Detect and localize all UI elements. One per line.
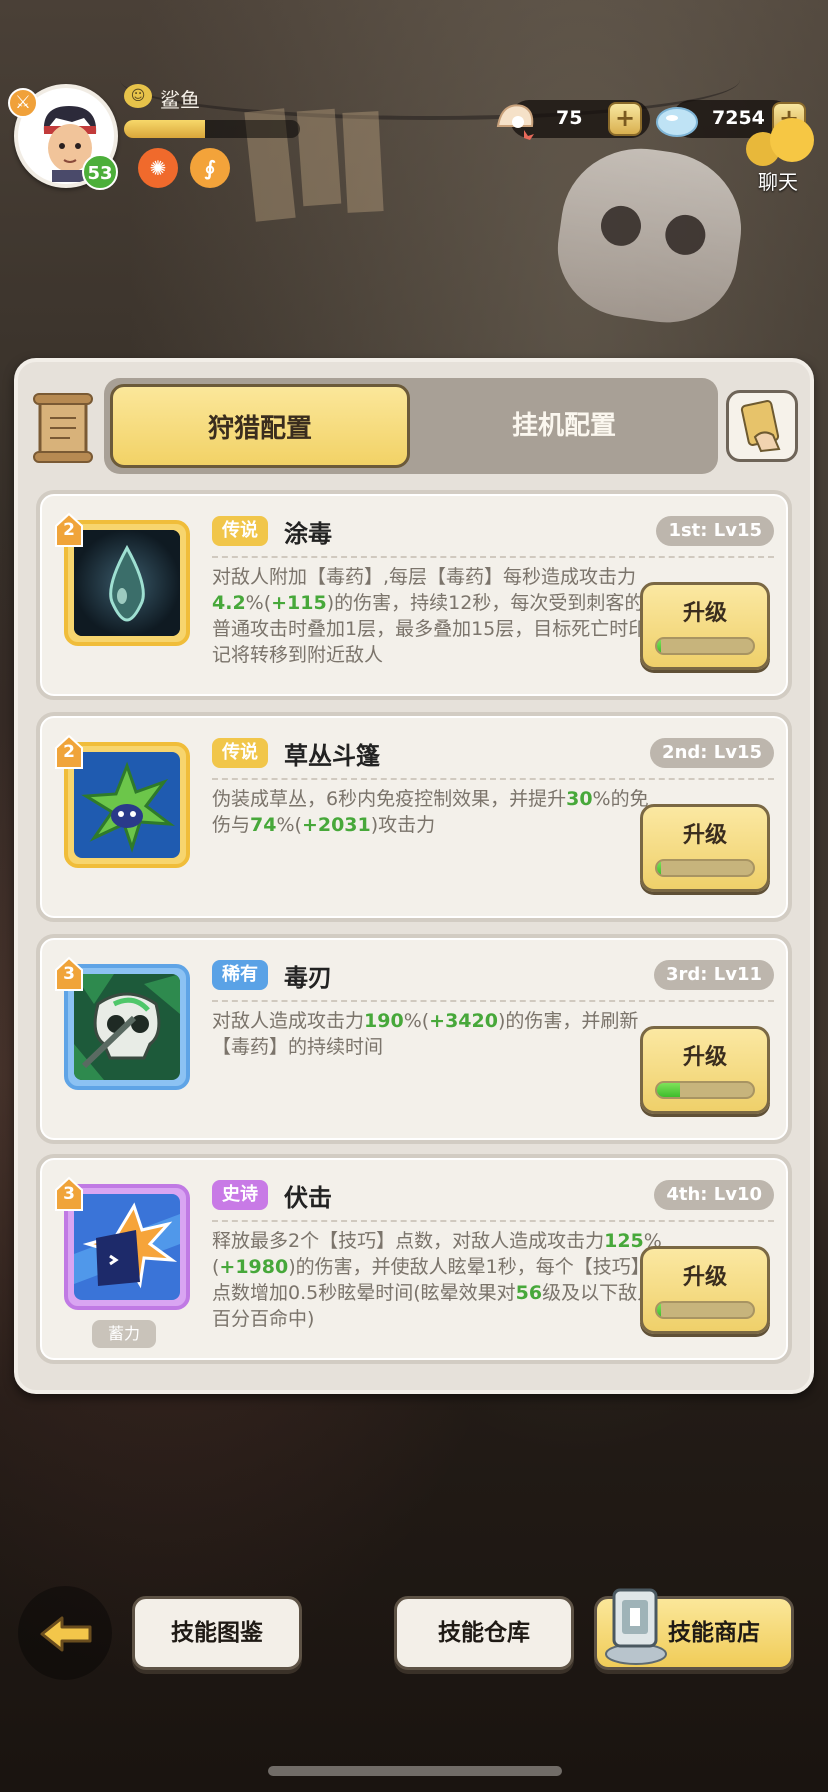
player-level-badge: 53 [82,154,118,190]
back-arrow-icon [40,1616,92,1652]
desc-highlight: +1980 [219,1256,289,1278]
chat-button[interactable]: 聊天 [744,118,820,198]
star-level: 2 [54,734,84,770]
skill-art-icon [74,530,180,636]
charge-tag: 蓄力 [92,1320,156,1348]
skill-rank-badge: 2nd: Lv15 [650,738,774,768]
skill-name: 毒刃 [284,964,332,992]
shell-count: 75 [556,107,583,129]
rarity-badge: 稀有 [212,960,268,990]
skill-card[interactable]: 2 传说 草丛斗篷 2nd: Lv15 伪装成草丛，6秒内免疫控制效果，并提升3… [36,712,792,922]
upgrade-progress-bar [655,1081,755,1099]
desc-highlight: 190 [364,1010,404,1032]
add-shells-button[interactable]: + [608,102,642,136]
star-level: 3 [54,1176,84,1212]
tab-idle-config[interactable]: 挂机配置 [414,384,714,468]
chat-bubble-icon [770,118,814,162]
rarity-badge: 传说 [212,516,268,546]
player-title-icon: ☺ [124,84,152,108]
upgrade-progress-fill [657,639,661,653]
star-level: 3 [54,956,84,992]
skill-description: 对敌人造成攻击力190%(+3420)的伤害，并刷新【毒药】的持续时间 [212,1010,639,1058]
buff-icon[interactable]: ∮ [190,148,230,188]
skill-rank-badge: 1st: Lv15 [656,516,774,546]
skill-storage-button[interactable]: 技能仓库 [394,1596,574,1670]
star-level-value: 3 [63,1184,75,1204]
skill-shop-icon [605,1588,667,1665]
upgrade-progress-bar [655,1301,755,1319]
config-tabs: 狩猎配置 挂机配置 [104,378,718,474]
rarity-badge: 传说 [212,738,268,768]
skill-description: 释放最多2个【技巧】点数，对敌人造成攻击力125%(+1980)的伤害，并使敌人… [212,1230,662,1330]
gem-icon [656,107,698,137]
star-level-value: 2 [63,742,75,762]
background-cloth [342,111,384,213]
upgrade-button[interactable]: 升级 [640,582,770,670]
skill-art-icon [74,752,180,858]
divider [212,1220,774,1222]
back-button[interactable] [18,1586,112,1680]
upgrade-label: 升级 [682,1045,727,1070]
skill-name: 涂毒 [284,520,332,548]
skill-card-button[interactable] [726,390,798,462]
desc-highlight: 74 [250,814,277,836]
skill-description: 对敌人附加【毒药】,每层【毒药】每秒造成攻击力4.2%(+115)的伤害，持续1… [212,566,648,666]
upgrade-progress-fill [657,1083,681,1097]
skill-atlas-button[interactable]: 技能图鉴 [132,1596,302,1670]
upgrade-label: 升级 [682,1265,727,1290]
xp-bar [124,120,300,138]
background-cloth [296,108,342,207]
skill-card[interactable]: 3 蓄力 史诗 伏击 4th: Lv10 释放最多2个【技巧】点数，对敌人造成攻… [36,1154,792,1364]
xp-bar-fill [124,120,205,138]
desc-highlight: 56 [515,1282,543,1304]
desc-highlight: +3420 [429,1010,498,1032]
divider [212,556,774,558]
desc-highlight: 30 [566,788,593,810]
upgrade-button[interactable]: 升级 [640,1026,770,1114]
skill-rank-badge: 3rd: Lv11 [653,960,774,990]
star-level: 2 [54,512,84,548]
desc-highlight: 125 [604,1230,644,1252]
skill-art-icon [74,974,180,1080]
upgrade-button[interactable]: 升级 [640,804,770,892]
star-level-value: 2 [63,520,75,540]
skill-name: 伏击 [284,1184,332,1212]
desc-highlight: 4.2 [212,592,246,614]
skill-art-icon [74,1194,180,1300]
star-level-value: 3 [63,964,75,984]
home-indicator[interactable] [268,1766,562,1776]
upgrade-label: 升级 [682,823,727,848]
skill-rank-badge: 4th: Lv10 [654,1180,774,1210]
scroll-icon[interactable] [30,392,96,464]
desc-highlight: +2031 [301,814,371,836]
buff-icon[interactable]: ✺ [138,148,178,188]
upgrade-button[interactable]: 升级 [640,1246,770,1334]
rarity-badge: 史诗 [212,1180,268,1210]
skill-description: 伪装成草丛，6秒内免疫控制效果，并提升30%的免伤与74%(+2031)攻击力 [212,788,649,836]
upgrade-progress-bar [655,859,755,877]
player-name: 鲨鱼 [160,88,200,112]
shell-icon [496,104,534,140]
tab-hunt-config[interactable]: 狩猎配置 [110,384,410,468]
upgrade-label: 升级 [682,601,727,626]
skill-card[interactable]: 3 稀有 毒刃 3rd: Lv11 对敌人造成攻击力190%(+3420)的伤害… [36,934,792,1144]
card-hand-icon [740,400,781,453]
upgrade-progress-bar [655,637,755,655]
divider [212,1000,774,1002]
desc-highlight: +115 [271,592,327,614]
upgrade-progress-fill [657,861,661,875]
chat-label: 聊天 [758,170,798,194]
divider [212,778,774,780]
sword-icon: ⚔ [8,88,38,118]
upgrade-progress-fill [657,1303,661,1317]
skill-card[interactable]: 2 传说 涂毒 1st: Lv15 对敌人附加【毒药】,每层【毒药】每秒造成攻击… [36,490,792,700]
skill-name: 草丛斗篷 [284,742,380,770]
